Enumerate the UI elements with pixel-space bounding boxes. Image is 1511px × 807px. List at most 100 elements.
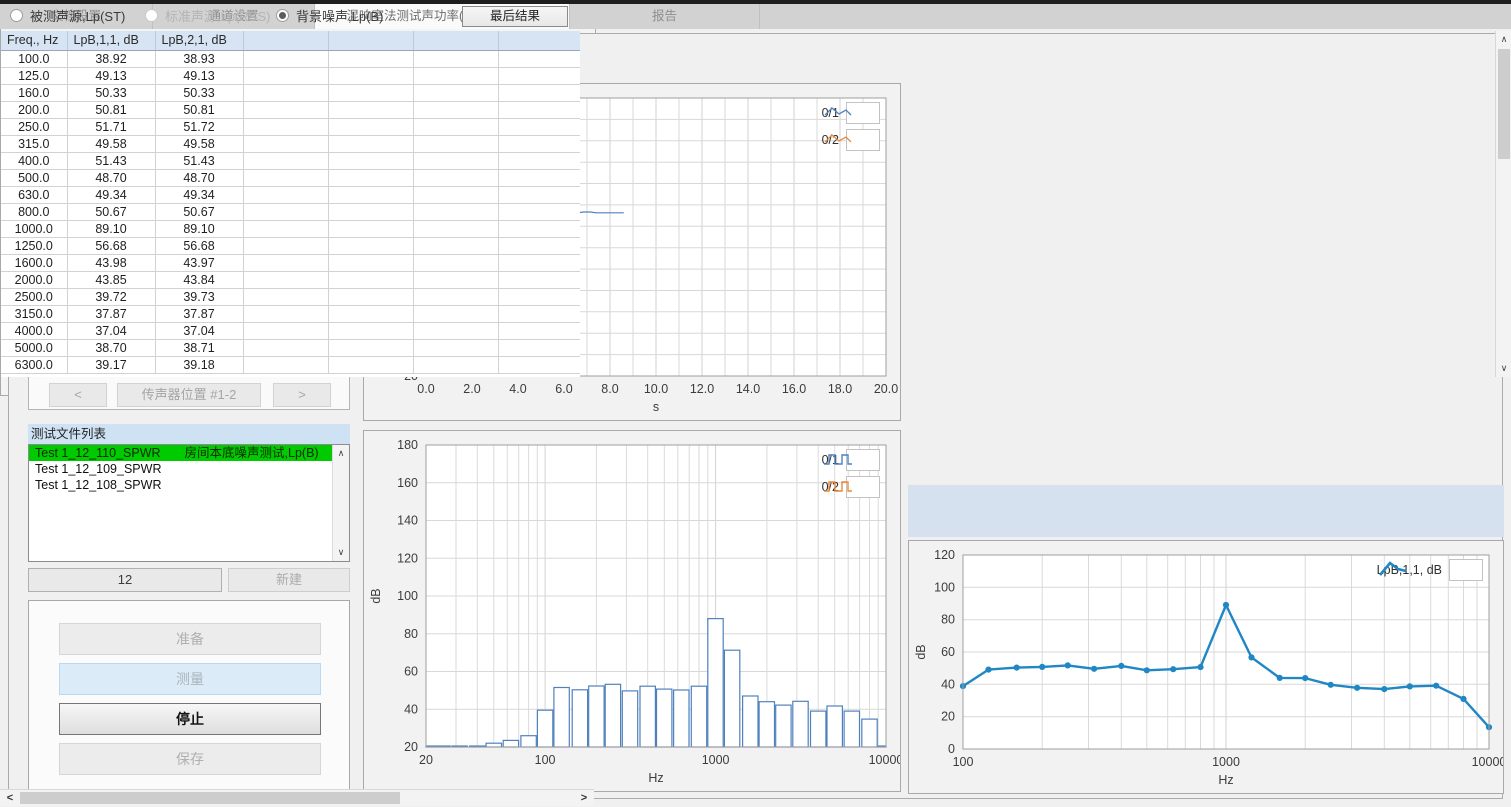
table-cell[interactable] <box>498 152 580 169</box>
table-cell[interactable] <box>328 220 413 237</box>
table-cell[interactable] <box>413 254 498 271</box>
tab-report[interactable]: 报告 <box>570 4 760 29</box>
table-vertical-scrollbar[interactable]: ∧ ∨ <box>1495 31 1511 377</box>
table-cell[interactable]: 49.13 <box>155 67 243 84</box>
table-cell[interactable] <box>243 237 328 254</box>
table-row[interactable]: 6300.039.1739.18 <box>1 356 580 373</box>
table-cell[interactable] <box>498 118 580 135</box>
table-cell[interactable] <box>413 186 498 203</box>
table-cell[interactable] <box>328 50 413 67</box>
radio-icon[interactable] <box>276 9 289 22</box>
table-cell[interactable]: 500.0 <box>1 169 67 186</box>
table-cell[interactable] <box>498 203 580 220</box>
measure-button[interactable]: 测量 <box>59 663 321 695</box>
table-cell[interactable] <box>328 118 413 135</box>
radio-icon[interactable] <box>10 9 23 22</box>
table-cell[interactable] <box>498 305 580 322</box>
table-cell[interactable]: 56.68 <box>67 237 155 254</box>
table-cell[interactable]: 39.72 <box>67 288 155 305</box>
table-cell[interactable]: 89.10 <box>155 220 243 237</box>
table-cell[interactable]: 50.67 <box>67 203 155 220</box>
table-cell[interactable]: 39.73 <box>155 288 243 305</box>
table-cell[interactable] <box>413 203 498 220</box>
prepare-button[interactable]: 准备 <box>59 623 321 655</box>
table-row[interactable]: 250.051.7151.72 <box>1 118 580 135</box>
table-cell[interactable]: 49.34 <box>67 186 155 203</box>
table-cell[interactable] <box>328 254 413 271</box>
table-cell[interactable]: 43.85 <box>67 271 155 288</box>
scroll-down-icon[interactable]: ∨ <box>1496 361 1511 376</box>
table-cell[interactable] <box>243 101 328 118</box>
table-cell[interactable]: 2000.0 <box>1 271 67 288</box>
table-cell[interactable]: 50.81 <box>155 101 243 118</box>
mic-position-button[interactable]: 传声器位置 #1-2 <box>117 383 261 407</box>
table-row[interactable]: 1000.089.1089.10 <box>1 220 580 237</box>
table-cell[interactable]: 1600.0 <box>1 254 67 271</box>
table-cell[interactable] <box>413 220 498 237</box>
table-cell[interactable] <box>413 135 498 152</box>
table-cell[interactable] <box>498 50 580 67</box>
table-row[interactable]: 160.050.3350.33 <box>1 84 580 101</box>
file-list-scrollbar[interactable]: ∧ ∨ <box>332 445 349 561</box>
table-cell[interactable]: 37.87 <box>155 305 243 322</box>
table-cell[interactable]: 100.0 <box>1 50 67 67</box>
table-cell[interactable] <box>498 237 580 254</box>
table-cell[interactable]: 89.10 <box>67 220 155 237</box>
table-cell[interactable]: 1250.0 <box>1 237 67 254</box>
table-cell[interactable] <box>243 118 328 135</box>
table-cell[interactable]: 1000.0 <box>1 220 67 237</box>
table-cell[interactable]: 48.70 <box>67 169 155 186</box>
table-cell[interactable]: 400.0 <box>1 152 67 169</box>
table-cell[interactable] <box>498 271 580 288</box>
table-cell[interactable]: 160.0 <box>1 84 67 101</box>
table-cell[interactable] <box>243 50 328 67</box>
table-cell[interactable] <box>498 84 580 101</box>
scroll-right-icon[interactable]: > <box>576 790 592 806</box>
table-cell[interactable] <box>498 135 580 152</box>
table-cell[interactable] <box>328 356 413 373</box>
table-cell[interactable]: 51.43 <box>155 152 243 169</box>
table-cell[interactable] <box>243 305 328 322</box>
table-cell[interactable]: 39.17 <box>67 356 155 373</box>
list-item[interactable]: Test 1_12_108_SPWR <box>29 477 332 493</box>
table-cell[interactable]: 38.71 <box>155 339 243 356</box>
save-button[interactable]: 保存 <box>59 743 321 775</box>
table-cell[interactable] <box>243 254 328 271</box>
table-cell[interactable] <box>498 356 580 373</box>
table-cell[interactable] <box>328 101 413 118</box>
table-row[interactable]: 400.051.4351.43 <box>1 152 580 169</box>
scroll-up-icon[interactable]: ∧ <box>333 446 349 461</box>
table-cell[interactable]: 6300.0 <box>1 356 67 373</box>
table-cell[interactable]: 49.13 <box>67 67 155 84</box>
table-cell[interactable]: 5000.0 <box>1 339 67 356</box>
scrollbar-thumb[interactable] <box>1498 49 1510 159</box>
file-count-button[interactable]: 12 <box>28 568 222 592</box>
table-cell[interactable] <box>243 186 328 203</box>
table-cell[interactable] <box>413 237 498 254</box>
list-item[interactable]: Test 1_12_109_SPWR <box>29 461 332 477</box>
table-cell[interactable] <box>328 271 413 288</box>
table-cell[interactable]: 37.04 <box>155 322 243 339</box>
table-cell[interactable]: 38.70 <box>67 339 155 356</box>
table-cell[interactable] <box>413 152 498 169</box>
scroll-down-icon[interactable]: ∨ <box>333 545 349 560</box>
table-cell[interactable]: 49.58 <box>67 135 155 152</box>
table-cell[interactable] <box>243 84 328 101</box>
table-cell[interactable] <box>413 101 498 118</box>
table-cell[interactable] <box>498 186 580 203</box>
table-cell[interactable] <box>243 322 328 339</box>
table-row[interactable]: 2000.043.8543.84 <box>1 271 580 288</box>
scroll-left-icon[interactable]: < <box>2 790 18 806</box>
table-cell[interactable] <box>243 67 328 84</box>
table-cell[interactable]: 250.0 <box>1 118 67 135</box>
table-cell[interactable]: 43.84 <box>155 271 243 288</box>
table-cell[interactable]: 4000.0 <box>1 322 67 339</box>
table-cell[interactable] <box>243 152 328 169</box>
table-cell[interactable]: 38.92 <box>67 50 155 67</box>
table-cell[interactable] <box>243 288 328 305</box>
table-cell[interactable]: 48.70 <box>155 169 243 186</box>
table-cell[interactable]: 51.71 <box>67 118 155 135</box>
table-cell[interactable] <box>498 67 580 84</box>
test-file-list[interactable]: Test 1_12_110_SPWR房间本底噪声测试,Lp(B)Test 1_1… <box>28 444 350 562</box>
table-cell[interactable] <box>243 220 328 237</box>
